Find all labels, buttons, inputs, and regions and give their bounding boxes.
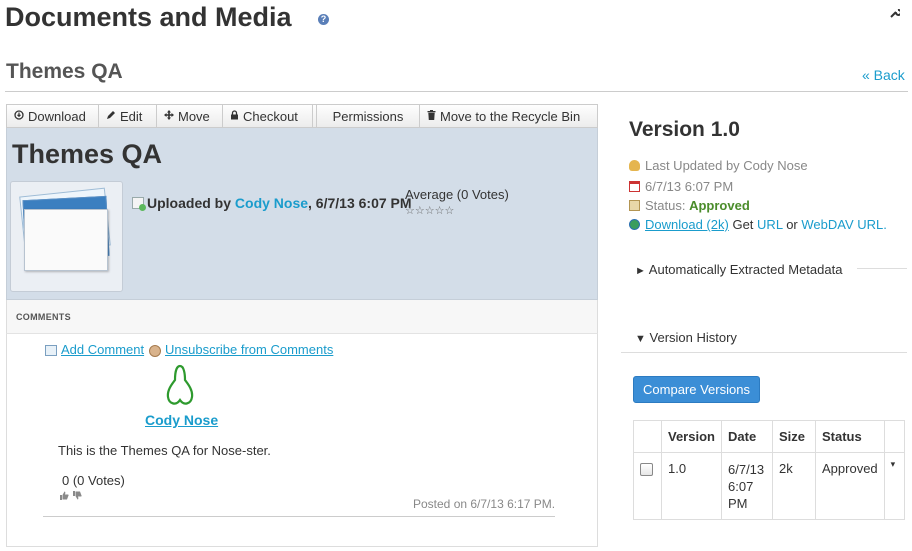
version-column-header: Version bbox=[661, 420, 722, 453]
rating-average: Average (0 Votes) bbox=[405, 187, 509, 202]
move-icon bbox=[164, 109, 174, 123]
row-select-cell bbox=[633, 452, 662, 520]
posted-on: Posted on 6/7/13 6:17 PM. bbox=[413, 497, 556, 511]
uploaded-prefix: Uploaded by bbox=[147, 195, 232, 211]
date-column-header: Date bbox=[721, 420, 773, 453]
move-button[interactable]: Move bbox=[157, 105, 223, 127]
add-comment-link[interactable]: Add Comment bbox=[61, 342, 144, 357]
status-label: Status: bbox=[645, 198, 686, 213]
row-size: 2k bbox=[772, 452, 816, 520]
url-link[interactable]: URL bbox=[757, 217, 783, 232]
row-date: 6/7/13 6:07 PM bbox=[721, 452, 773, 520]
avatar[interactable] bbox=[164, 364, 196, 413]
version-table: Version Date Size Status 1.0 6/7/13 6:07… bbox=[633, 420, 905, 520]
edit-label: Edit bbox=[120, 108, 143, 124]
actions-menu-icon[interactable]: ▾ bbox=[891, 459, 896, 469]
move-label: Move bbox=[178, 108, 210, 124]
upload-icon bbox=[132, 197, 146, 211]
row-version: 1.0 bbox=[661, 452, 722, 520]
unsubscribe-icon bbox=[149, 345, 161, 357]
status-value: Approved bbox=[689, 198, 750, 213]
uploader-link[interactable]: Cody Nose bbox=[235, 195, 308, 211]
calendar-icon bbox=[629, 181, 640, 192]
permissions-button[interactable]: Permissions bbox=[317, 105, 420, 127]
rating-stars[interactable]: ☆☆☆☆☆ bbox=[405, 204, 454, 217]
compare-versions-button[interactable]: Compare Versions bbox=[633, 376, 760, 403]
version-history-title: Version History bbox=[649, 330, 737, 345]
select-column-header bbox=[633, 420, 662, 453]
add-comment-icon bbox=[45, 345, 57, 356]
or-text: or bbox=[786, 217, 798, 232]
trash-icon bbox=[427, 109, 436, 123]
comment-author-link[interactable]: Cody Nose bbox=[145, 412, 218, 428]
row-status: Approved bbox=[815, 452, 885, 520]
checkout-label: Checkout bbox=[243, 108, 298, 124]
comment-divider bbox=[43, 516, 555, 517]
uploaded-by-line: Uploaded by Cody Nose, 6/7/13 6:07 PM bbox=[147, 195, 412, 211]
download-line: Download (2k) Get URL or WebDAV URL. bbox=[629, 217, 887, 232]
edit-icon bbox=[106, 110, 116, 123]
permissions-label: Permissions bbox=[332, 108, 404, 124]
version-table-header: Version Date Size Status bbox=[633, 420, 905, 453]
get-text: Get bbox=[732, 217, 754, 232]
webdav-url-link[interactable]: WebDAV URL. bbox=[801, 217, 887, 232]
date-line: 6/7/13 6:07 PM bbox=[629, 179, 733, 194]
back-link[interactable]: « Back bbox=[862, 67, 905, 83]
header-divider bbox=[5, 91, 908, 92]
vote-buttons bbox=[59, 491, 82, 503]
version-history-divider bbox=[621, 352, 907, 353]
collapsed-arrow-icon: ► bbox=[635, 265, 646, 277]
page-title: Themes QA bbox=[6, 60, 123, 83]
download-icon bbox=[14, 109, 24, 123]
edit-button[interactable]: Edit bbox=[99, 105, 157, 127]
thumbs-down-icon[interactable] bbox=[72, 491, 82, 503]
size-column-header: Size bbox=[772, 420, 816, 453]
portlet-title: Documents and Media bbox=[5, 2, 292, 32]
thumbs-up-icon[interactable] bbox=[59, 491, 72, 503]
checkout-button[interactable]: Checkout bbox=[223, 105, 313, 127]
last-updated-text: Last Updated by Cody Nose bbox=[645, 158, 808, 173]
lock-icon bbox=[230, 109, 239, 123]
version-history-toggle[interactable]: ▼ Version History bbox=[635, 330, 737, 345]
comments-label: COMMENTS bbox=[16, 312, 71, 322]
version-date: 6/7/13 6:07 PM bbox=[645, 179, 734, 194]
row-actions-cell: ▾ bbox=[883, 452, 905, 520]
metadata-divider bbox=[857, 268, 907, 269]
document-title: Themes QA bbox=[12, 139, 163, 169]
last-updated-line: Last Updated by Cody Nose bbox=[629, 158, 808, 173]
download-button[interactable]: Download bbox=[7, 105, 99, 127]
help-icon[interactable]: ? bbox=[318, 14, 329, 25]
row-checkbox[interactable] bbox=[640, 463, 653, 476]
download-label: Download bbox=[28, 108, 86, 124]
recycle-bin-label: Move to the Recycle Bin bbox=[440, 108, 581, 124]
expanded-arrow-icon: ▼ bbox=[635, 333, 646, 345]
wrench-icon[interactable] bbox=[890, 8, 902, 21]
status-column-header: Status bbox=[815, 420, 885, 453]
actions-column-header bbox=[883, 420, 905, 453]
comment-body: This is the Themes QA for Nose-ster. bbox=[58, 443, 271, 458]
metadata-section-toggle[interactable]: ► Automatically Extracted Metadata bbox=[635, 262, 842, 277]
metadata-section-title: Automatically Extracted Metadata bbox=[648, 262, 843, 277]
status-icon bbox=[629, 200, 640, 211]
status-line: Status: Approved bbox=[629, 198, 750, 213]
document-toolbar: Download Edit Move Checkout Permissions … bbox=[6, 104, 598, 128]
user-icon bbox=[629, 160, 640, 171]
version-title: Version 1.0 bbox=[629, 118, 740, 141]
globe-icon bbox=[629, 219, 640, 230]
thumbnail-front-page bbox=[24, 209, 108, 271]
download-size-link[interactable]: Download (2k) bbox=[645, 217, 729, 232]
unsubscribe-link[interactable]: Unsubscribe from Comments bbox=[165, 342, 333, 357]
uploaded-date: , 6/7/13 6:07 PM bbox=[308, 195, 412, 211]
comments-header bbox=[6, 300, 598, 334]
table-row: 1.0 6/7/13 6:07 PM 2k Approved ▾ bbox=[633, 452, 905, 520]
comment-votes: 0 (0 Votes) bbox=[62, 473, 125, 488]
recycle-bin-button[interactable]: Move to the Recycle Bin bbox=[420, 105, 597, 127]
